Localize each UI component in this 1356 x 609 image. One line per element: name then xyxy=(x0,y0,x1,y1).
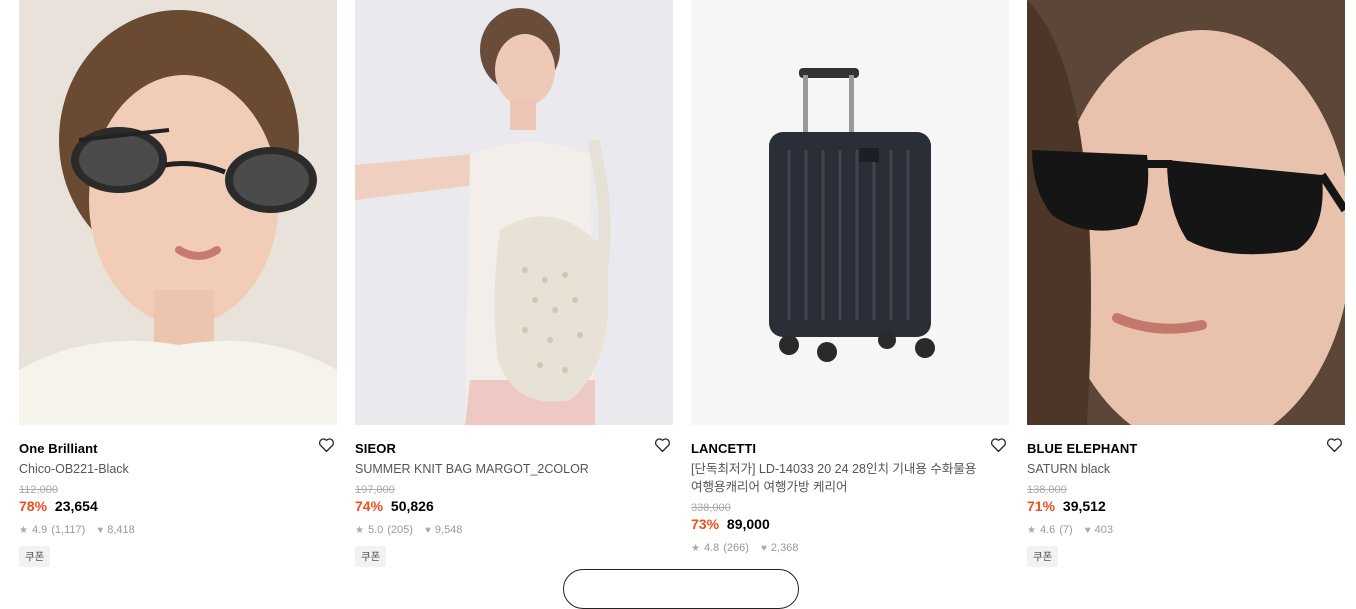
discount-rate: 74% xyxy=(355,498,384,514)
product-meta: ★ 4.6 (7) ♥ 403 xyxy=(1027,524,1345,536)
like-count: 8,418 xyxy=(107,524,135,536)
original-price: 138,000 xyxy=(1027,484,1067,496)
heart-filled-icon: ♥ xyxy=(97,524,104,536)
star-icon: ★ xyxy=(355,524,364,536)
discount-rate: 71% xyxy=(1027,498,1056,514)
sale-price: 23,654 xyxy=(54,498,98,514)
product-image[interactable] xyxy=(1027,0,1345,425)
original-price: 338,000 xyxy=(691,502,731,514)
review-count: (1,117) xyxy=(51,524,86,536)
price-row: 74% 50,826 xyxy=(355,498,673,514)
product-photo-cateye-sunglasses xyxy=(1027,0,1345,425)
original-price: 112,000 xyxy=(19,484,58,496)
coupon-badge: 쿠폰 xyxy=(355,546,387,567)
discount-rate: 73% xyxy=(691,516,720,532)
heart-outline-icon[interactable] xyxy=(653,436,671,454)
price-row: 73% 89,000 xyxy=(691,516,1009,532)
like-count: 2,368 xyxy=(770,542,799,554)
star-icon: ★ xyxy=(1027,524,1036,536)
product-image[interactable] xyxy=(19,0,337,425)
sale-price: 50,826 xyxy=(390,498,434,514)
product-photo-sunglasses-woman xyxy=(19,0,337,425)
star-icon: ★ xyxy=(19,524,28,536)
product-photo-suitcase xyxy=(691,0,1009,425)
product-name[interactable]: SATURN black xyxy=(1027,460,1327,478)
price-row: 71% 39,512 xyxy=(1027,498,1345,514)
like-count: 9,548 xyxy=(434,524,463,536)
rating-value: 5.0 xyxy=(367,524,384,536)
product-name[interactable]: SUMMER KNIT BAG MARGOT_2COLOR xyxy=(355,460,655,478)
brand-name[interactable]: LANCETTI xyxy=(691,441,756,456)
product-grid: One Brilliant Chico-OB221-Black 112,000 … xyxy=(0,0,1356,583)
product-meta: ★ 5.0 (205) ♥ 9,548 xyxy=(355,524,673,536)
heart-filled-icon: ♥ xyxy=(1084,524,1091,536)
brand-name[interactable]: BLUE ELEPHANT xyxy=(1027,441,1137,456)
rating-value: 4.6 xyxy=(1039,524,1056,536)
product-image[interactable] xyxy=(355,0,673,425)
sale-price: 39,512 xyxy=(1062,498,1106,514)
product-card[interactable]: BLUE ELEPHANT SATURN black 138,000 71% 3… xyxy=(1027,0,1345,567)
heart-outline-icon[interactable] xyxy=(1325,436,1343,454)
product-card[interactable]: LANCETTI [단독최저가] LD-14033 20 24 28인치 기내용… xyxy=(691,0,1009,554)
review-count: (205) xyxy=(387,524,413,536)
brand-name[interactable]: One Brilliant xyxy=(19,441,98,456)
price-row: 78% 23,654 xyxy=(19,498,337,514)
product-meta: ★ 4.9 (1,117) ♥ 8,418 xyxy=(19,524,337,536)
product-card[interactable]: SIEOR SUMMER KNIT BAG MARGOT_2COLOR 197,… xyxy=(355,0,673,567)
product-meta: ★ 4.8 (266) ♥ 2,368 xyxy=(691,542,1009,554)
review-count: (266) xyxy=(723,542,749,554)
coupon-badge: 쿠폰 xyxy=(19,546,51,567)
heart-outline-icon[interactable] xyxy=(989,436,1007,454)
product-photo-knit-bag xyxy=(355,0,673,425)
product-name[interactable]: Chico-OB221-Black xyxy=(19,460,319,478)
heart-filled-icon: ♥ xyxy=(424,524,431,536)
heart-outline-icon[interactable] xyxy=(317,436,335,454)
discount-rate: 78% xyxy=(19,498,48,514)
star-icon: ★ xyxy=(691,542,700,554)
heart-filled-icon: ♥ xyxy=(760,542,767,554)
sale-price: 89,000 xyxy=(726,516,770,532)
brand-name[interactable]: SIEOR xyxy=(355,441,396,456)
review-count: (7) xyxy=(1059,524,1073,536)
rating-value: 4.9 xyxy=(31,524,48,536)
load-more-button[interactable] xyxy=(563,569,799,609)
rating-value: 4.8 xyxy=(703,542,720,554)
product-name[interactable]: [단독최저가] LD-14033 20 24 28인치 기내용 수화물용 여행용… xyxy=(691,460,991,496)
product-card[interactable]: One Brilliant Chico-OB221-Black 112,000 … xyxy=(19,0,337,567)
like-count: 403 xyxy=(1094,524,1114,536)
product-image[interactable] xyxy=(691,0,1009,425)
original-price: 197,000 xyxy=(355,484,395,496)
coupon-badge: 쿠폰 xyxy=(1027,546,1059,567)
